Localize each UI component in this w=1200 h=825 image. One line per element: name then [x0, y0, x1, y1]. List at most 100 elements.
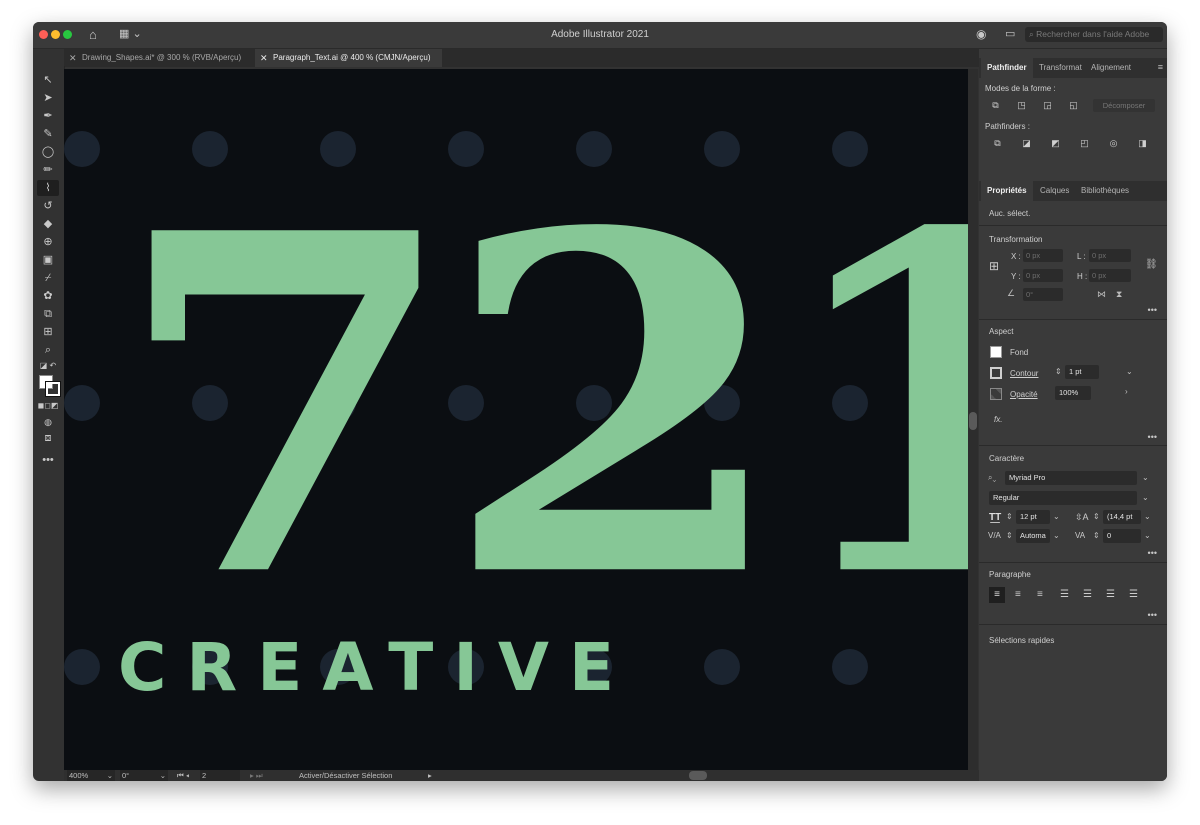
- tracking-stepper[interactable]: ⇕: [1093, 531, 1100, 540]
- gradient-tool-icon[interactable]: ▣: [37, 252, 59, 268]
- next-artboard-icon[interactable]: ▸ ⏭: [250, 770, 263, 781]
- expand-button[interactable]: Décomposer: [1093, 99, 1155, 112]
- status-message[interactable]: Activer/Désactiver Sélection: [299, 770, 392, 781]
- eraser-tool-icon[interactable]: ◆: [37, 216, 59, 232]
- eyedropper-tool-icon[interactable]: ⌿: [37, 270, 59, 286]
- tab-drawing-shapes[interactable]: ✕ Drawing_Shapes.ai* @ 300 % (RVB/Aperçu…: [64, 49, 254, 67]
- flip-vertical-icon[interactable]: ⧗: [1116, 289, 1122, 300]
- reference-point-icon[interactable]: ⊞: [989, 259, 1003, 273]
- y-field[interactable]: 0 px: [1023, 269, 1063, 282]
- opacity-field[interactable]: 100%: [1055, 386, 1091, 400]
- fill-color-swatch[interactable]: [990, 346, 1002, 358]
- kerning-stepper[interactable]: ⇕: [1006, 531, 1013, 540]
- screen-mode-icon[interactable]: ⧈: [37, 430, 59, 446]
- blend-tool-icon[interactable]: ⧉: [37, 306, 59, 322]
- appearance-more-options-icon[interactable]: •••: [1148, 432, 1157, 442]
- color-mode-icon[interactable]: ◼◻◩: [37, 398, 59, 414]
- rotate-angle-field[interactable]: 0°: [1023, 288, 1063, 301]
- font-style-field[interactable]: Regular: [989, 491, 1137, 505]
- chevron-down-icon[interactable]: ⌄: [1144, 531, 1151, 540]
- tab-libraries[interactable]: Bibliothèques: [1075, 181, 1135, 201]
- tab-transform[interactable]: Transformat: [1033, 58, 1088, 78]
- align-left-icon[interactable]: ≡: [989, 587, 1005, 603]
- rotate-tool-icon[interactable]: ↺: [37, 198, 59, 214]
- shaper-tool-icon[interactable]: ⌇: [37, 180, 59, 196]
- rotate-view-select[interactable]: 0° ⌄: [120, 770, 168, 781]
- artboard-canvas[interactable]: 721 CREATIVE: [64, 69, 968, 770]
- tab-align[interactable]: Alignement: [1085, 58, 1137, 78]
- outline-icon[interactable]: ◎: [1107, 138, 1120, 149]
- fx-button[interactable]: fx.: [994, 415, 1002, 424]
- more-tools-icon[interactable]: •••: [37, 452, 59, 468]
- arrange-documents-icon[interactable]: ▭: [1005, 27, 1015, 40]
- close-tab-icon[interactable]: ✕: [69, 49, 77, 67]
- tab-properties[interactable]: Propriétés: [981, 181, 1033, 201]
- font-size-stepper[interactable]: ⇕: [1006, 512, 1013, 521]
- exclude-icon[interactable]: ◱: [1067, 100, 1080, 111]
- flip-horizontal-icon[interactable]: ⋈: [1097, 289, 1106, 300]
- shape-builder-tool-icon[interactable]: ⊕: [37, 234, 59, 250]
- font-search-icon[interactable]: ⌕⌄: [988, 473, 996, 483]
- chevron-right-icon[interactable]: ›: [1125, 387, 1128, 396]
- font-family-field[interactable]: Myriad Pro: [1005, 471, 1137, 485]
- x-field[interactable]: 0 px: [1023, 249, 1063, 262]
- pen-tool-icon[interactable]: ✎: [37, 126, 59, 142]
- zoom-tool-icon[interactable]: ⌕: [37, 342, 59, 358]
- justify-all-icon[interactable]: ☰: [1129, 587, 1138, 603]
- kerning-field[interactable]: Automa: [1016, 529, 1050, 543]
- draw-mode-icon[interactable]: ◍: [37, 414, 59, 430]
- stroke-label[interactable]: Contour: [1010, 369, 1038, 378]
- artwork-wordmark[interactable]: CREATIVE: [118, 635, 634, 701]
- stroke-weight-stepper[interactable]: ⇕: [1055, 367, 1062, 376]
- artboard-number-field[interactable]: 2: [200, 770, 240, 781]
- symbol-sprayer-tool-icon[interactable]: ✿: [37, 288, 59, 304]
- h-field[interactable]: 0 px: [1089, 269, 1131, 282]
- first-artboard-icon[interactable]: ⏮ ◂: [177, 770, 189, 781]
- justify-center-icon[interactable]: ☰: [1083, 587, 1092, 603]
- chevron-down-icon[interactable]: ⌄: [1053, 531, 1060, 540]
- tab-layers[interactable]: Calques: [1034, 181, 1075, 201]
- align-right-icon[interactable]: ≡: [1037, 587, 1043, 603]
- status-menu-icon[interactable]: ▸: [428, 770, 432, 781]
- chevron-down-icon[interactable]: ⌄: [1053, 512, 1060, 521]
- w-field[interactable]: 0 px: [1089, 249, 1131, 262]
- pencil-tool-icon[interactable]: ✏: [37, 162, 59, 178]
- justify-left-icon[interactable]: ☰: [1060, 587, 1069, 603]
- transform-more-options-icon[interactable]: •••: [1148, 305, 1157, 315]
- artwork-number[interactable]: 721: [112, 174, 968, 639]
- chevron-down-icon[interactable]: ⌄: [1142, 473, 1149, 482]
- intersect-icon[interactable]: ◲: [1041, 100, 1054, 111]
- stroke-swatch[interactable]: [45, 381, 61, 397]
- minus-front-icon[interactable]: ◳: [1015, 100, 1028, 111]
- trim-icon[interactable]: ◪: [1020, 138, 1033, 149]
- character-more-options-icon[interactable]: •••: [1148, 548, 1157, 558]
- horizontal-scrollbar[interactable]: [442, 771, 956, 780]
- vertical-scrollbar[interactable]: [968, 69, 978, 770]
- font-size-field[interactable]: 12 pt: [1016, 510, 1050, 524]
- selection-tool-icon[interactable]: ↖: [37, 72, 59, 88]
- chevron-down-icon[interactable]: ⌄: [1144, 512, 1151, 521]
- chevron-down-icon[interactable]: ⌄: [1142, 493, 1149, 502]
- minus-back-icon[interactable]: ◨: [1136, 138, 1149, 149]
- constrain-proportions-icon[interactable]: ⛓: [1145, 259, 1158, 270]
- stroke-color-swatch[interactable]: [990, 367, 1002, 379]
- swap-fill-stroke-icon[interactable]: ◪ ↶: [37, 358, 59, 374]
- chevron-down-icon[interactable]: ⌄: [1126, 367, 1133, 376]
- merge-icon[interactable]: ◩: [1049, 138, 1062, 149]
- ellipse-tool-icon[interactable]: ◯: [37, 144, 59, 160]
- scroll-thumb[interactable]: [969, 412, 977, 430]
- divide-icon[interactable]: ⧉: [991, 138, 1004, 149]
- justify-right-icon[interactable]: ☰: [1106, 587, 1115, 603]
- close-tab-icon[interactable]: ✕: [260, 49, 268, 67]
- tracking-field[interactable]: 0: [1103, 529, 1141, 543]
- opacity-label[interactable]: Opacité: [1010, 390, 1038, 399]
- unite-icon[interactable]: ⧉: [989, 100, 1002, 111]
- scroll-thumb[interactable]: [689, 771, 707, 780]
- artboard-tool-icon[interactable]: ⊞: [37, 324, 59, 340]
- help-search-input[interactable]: ⌕ Rechercher dans l'aide Adobe: [1025, 27, 1163, 42]
- zoom-level-select[interactable]: 400% ⌄: [67, 770, 115, 781]
- account-icon[interactable]: ◉: [976, 27, 986, 41]
- stroke-weight-field[interactable]: 1 pt: [1065, 365, 1099, 379]
- align-center-icon[interactable]: ≡: [1015, 587, 1021, 603]
- tab-pathfinder[interactable]: Pathfinder: [981, 58, 1033, 78]
